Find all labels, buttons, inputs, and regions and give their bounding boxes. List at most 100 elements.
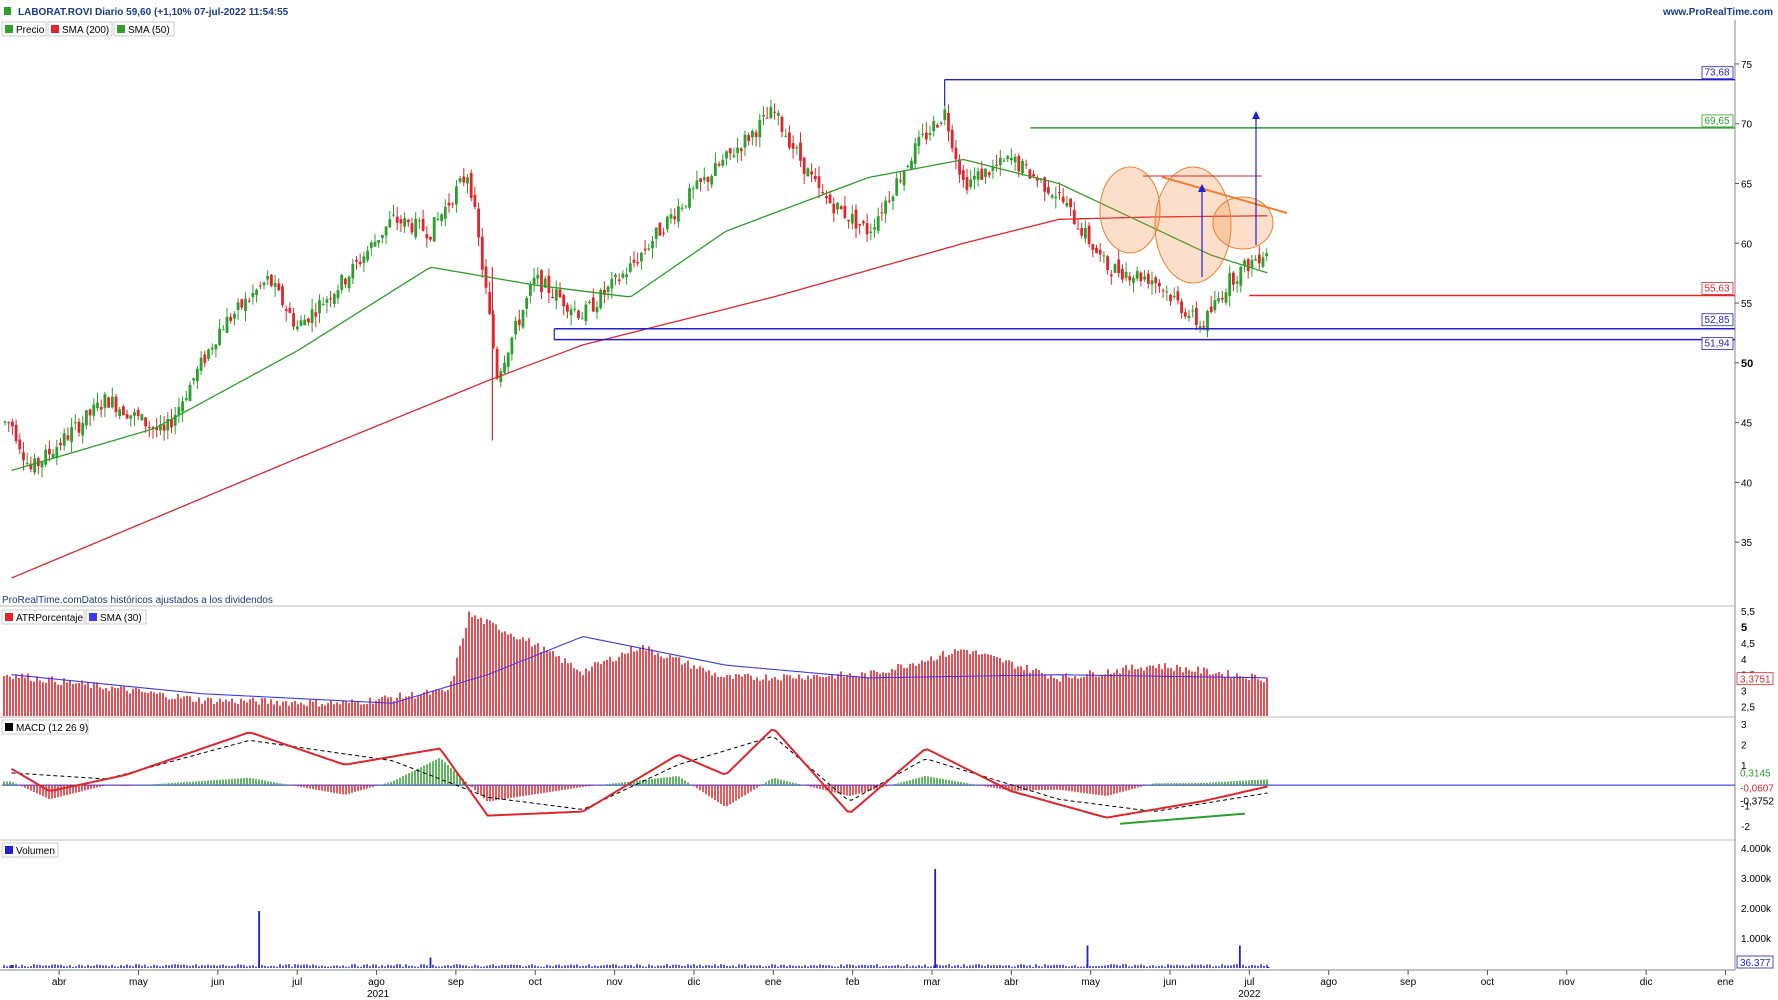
candle-body <box>340 274 344 290</box>
candle-body <box>924 132 928 140</box>
candle-body <box>18 439 22 450</box>
macd-y-axis: 321-1-20,3145-0,0607-0,3752 <box>1740 720 1774 833</box>
candle-body <box>943 109 947 120</box>
candle-body <box>458 178 462 182</box>
legend-swatch-atr <box>5 613 13 621</box>
candle-body <box>732 155 736 157</box>
legend-swatch-sma50 <box>117 25 125 33</box>
level-label: 69,65 <box>1704 116 1729 127</box>
candle-body <box>865 223 869 235</box>
candle-body <box>728 148 732 154</box>
candle-body <box>88 409 92 416</box>
candle-body <box>418 220 421 222</box>
candle-body <box>862 221 865 224</box>
candle-body <box>529 285 532 296</box>
candle-body <box>1017 155 1021 172</box>
candle-body <box>488 292 492 314</box>
candle-body <box>140 414 144 421</box>
candle-body <box>1113 264 1117 273</box>
candle-body <box>295 326 299 330</box>
candle-body <box>1135 271 1139 279</box>
sma200-line <box>11 215 1268 579</box>
candle-body <box>906 165 910 167</box>
x-tick-label: dic <box>688 977 701 988</box>
candle-body <box>917 136 921 147</box>
candle-body <box>665 216 669 230</box>
candle-body <box>902 171 906 186</box>
candle-body <box>1054 196 1058 199</box>
candle-body <box>284 309 288 312</box>
candle-body <box>225 317 229 333</box>
candle-body <box>1150 280 1154 285</box>
x-tick-label: sep <box>1400 977 1417 988</box>
candle-body <box>621 273 625 278</box>
candle-body <box>880 212 884 214</box>
candle-body <box>325 299 329 303</box>
candle-body <box>710 176 714 185</box>
x-tick-label: jun <box>1162 977 1176 988</box>
candle-body <box>99 407 103 410</box>
candle-body <box>147 426 151 428</box>
candle-body <box>210 347 214 350</box>
site-link[interactable]: www.ProRealTime.com <box>1662 7 1773 18</box>
candle-body <box>932 121 936 132</box>
candle-body <box>788 132 791 148</box>
candle-body <box>414 218 418 238</box>
atr-y-tick: 2,5 <box>1741 702 1755 713</box>
candle-body <box>107 397 110 408</box>
candle-body <box>184 398 188 400</box>
candle-body <box>503 362 506 373</box>
candle-body <box>207 349 210 360</box>
candle-body <box>1061 196 1065 203</box>
legend-macd: MACD (12 26 9) <box>16 723 88 734</box>
candle-body <box>403 218 406 227</box>
candle-body <box>739 148 743 152</box>
candle-body <box>913 143 917 164</box>
candle-body <box>1191 310 1195 312</box>
candle-body <box>973 175 976 180</box>
candle-body <box>92 404 96 416</box>
candle-body <box>813 176 817 180</box>
candle-body <box>362 256 366 263</box>
volume-y-tick: 4.000k <box>1741 844 1772 855</box>
x-axis: abr may jun jul ago sep oct nov dic ene feb mar abr m… <box>52 970 1734 1000</box>
x-year-label: 2022 <box>1238 989 1261 1000</box>
candle-body <box>825 196 828 199</box>
candle-body <box>129 415 133 419</box>
candle-body <box>48 448 51 455</box>
candle-body <box>610 278 614 289</box>
candle-body <box>762 115 765 117</box>
candle-body <box>473 194 477 208</box>
candle-body <box>177 407 181 416</box>
candle-body <box>270 274 273 286</box>
x-tick-label: abr <box>52 977 67 988</box>
candle-body <box>647 248 651 250</box>
candle-body <box>480 236 484 270</box>
x-tick-label: ene <box>765 977 782 988</box>
candle-body <box>673 216 677 220</box>
volume-legend: Volumen <box>1 842 59 858</box>
candle-body <box>273 282 277 287</box>
candle-body <box>640 252 643 262</box>
x-tick-label: mar <box>923 977 941 988</box>
candle-body <box>517 319 521 326</box>
candle-body <box>410 223 414 233</box>
candle-body <box>1032 174 1035 177</box>
candle-body <box>617 279 621 282</box>
candle-body <box>828 194 832 203</box>
candle-body <box>229 316 233 321</box>
candle-body <box>1132 277 1135 283</box>
price-y-axis: 75 70 65 60 55 50 45 40 35 <box>1735 60 1753 549</box>
candle-body <box>1117 259 1121 274</box>
candle-body <box>77 421 81 433</box>
candle-body <box>751 130 754 138</box>
x-tick-label: may <box>129 977 148 988</box>
candle-body <box>540 270 543 293</box>
y-tick-label: 55 <box>1741 299 1753 310</box>
candle-body <box>839 206 843 210</box>
x-tick-label: dic <box>1640 977 1653 988</box>
candle-body <box>1109 274 1113 277</box>
candle-body <box>551 296 554 298</box>
pattern-ellipse-left <box>1099 166 1161 254</box>
candle-body <box>440 214 443 221</box>
